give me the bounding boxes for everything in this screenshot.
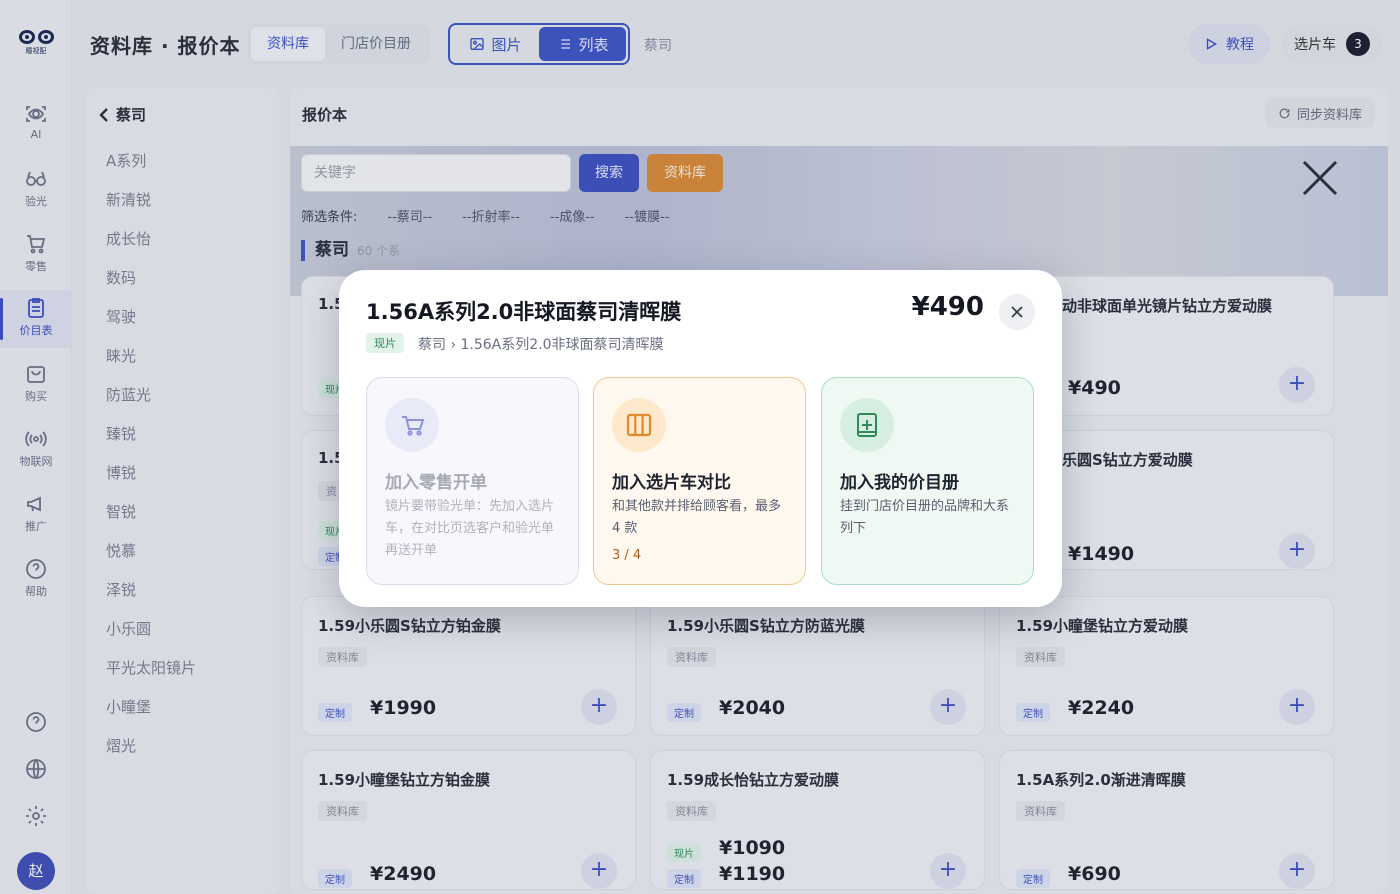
- modal-close-button[interactable]: [999, 294, 1035, 330]
- app-root: 瞳视配 AI 验光 零售 价目表 购买 物联网 推广 帮助 赵 资料库 · 报价…: [0, 0, 1400, 894]
- add-product-modal: 1.56A系列2.0非球面蔡司清晖膜 ¥490 现片 蔡司 › 1.56A系列2…: [339, 270, 1062, 607]
- compare-count: 3 / 4: [612, 548, 642, 563]
- modal-title: 1.56A系列2.0非球面蔡司清晖膜: [366, 300, 682, 324]
- option-title: 加入我的价目册: [840, 473, 959, 493]
- book-add-icon: [857, 413, 877, 437]
- stock-badge: 现片: [366, 333, 404, 353]
- modal-breadcrumb: 蔡司 › 1.56A系列2.0非球面蔡司清晖膜: [418, 337, 664, 353]
- option-title: 加入选片车对比: [612, 473, 731, 493]
- icon-circle: [385, 398, 439, 452]
- option-price-book[interactable]: 加入我的价目册 挂到门店价目册的品牌和大系列下: [821, 377, 1034, 585]
- close-icon: [1011, 306, 1023, 318]
- option-compare-cart[interactable]: 加入选片车对比 和其他款并排给顾客看，最多 4 款 3 / 4: [593, 377, 806, 585]
- option-desc: 镜片要带验光单：先加入选片车，在对比页选客户和验光单再送开单: [385, 499, 555, 558]
- option-desc: 挂到门店价目册的品牌和大系列下: [840, 499, 1010, 536]
- option-title: 加入零售开单: [385, 473, 487, 493]
- option-retail-order[interactable]: 加入零售开单 镜片要带验光单：先加入选片车，在对比页选客户和验光单再送开单: [366, 377, 579, 585]
- modal-price: ¥490: [911, 292, 984, 322]
- option-desc: 和其他款并排给顾客看，最多 4 款: [612, 499, 782, 536]
- cart-icon: [402, 416, 425, 436]
- icon-circle: [612, 398, 666, 452]
- columns-icon: [626, 413, 652, 437]
- icon-circle: [840, 398, 894, 452]
